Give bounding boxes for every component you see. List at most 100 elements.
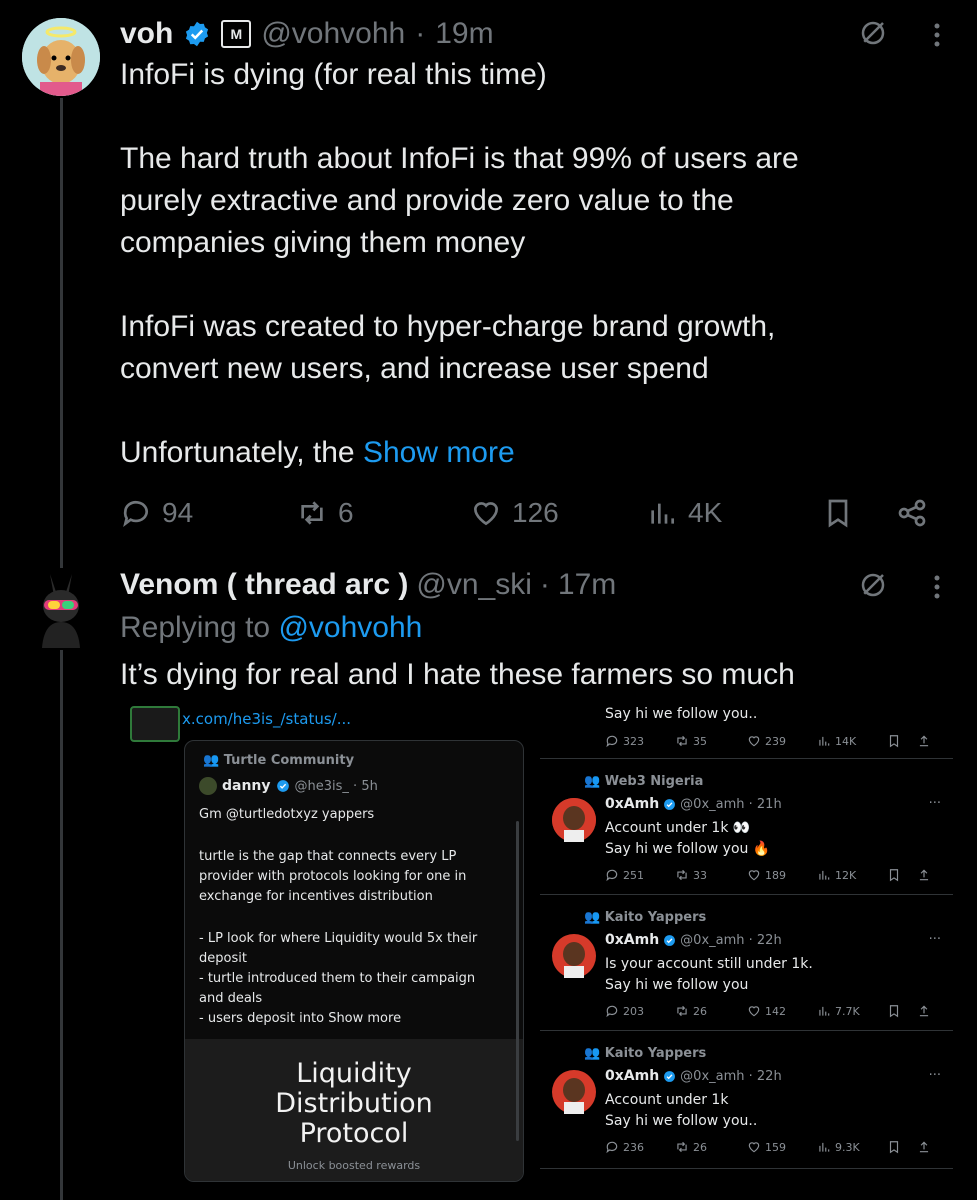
repost-stat: 26 (675, 1140, 747, 1154)
share-icon (919, 1141, 929, 1153)
reply-icon (606, 735, 618, 748)
reply-stat: 323 (605, 734, 675, 748)
stats-row: 236 26 159 9.3K (605, 1140, 950, 1154)
repost-count: 26 (693, 1140, 707, 1154)
share-stat (917, 734, 931, 748)
timestamp[interactable]: 17m (558, 568, 616, 602)
repost-icon (677, 1005, 687, 1017)
verified-badge-icon (664, 934, 676, 946)
tweet-header: 0xAmh @0x_amh · 22h (605, 1068, 782, 1084)
more-dots-icon (934, 23, 940, 47)
reply-button[interactable]: 94 (120, 497, 193, 529)
card-line: - turtle introduced them to their campai… (199, 971, 476, 986)
like-stat: 239 (747, 734, 817, 748)
author-handle: @he3is_ · 5h (294, 778, 378, 794)
community-label: 👥 Turtle Community (203, 753, 354, 768)
author-name[interactable]: Venom ( thread arc ) (120, 568, 408, 602)
heart-icon (748, 1006, 760, 1017)
grok-icon (861, 573, 885, 597)
reply-icon (606, 1141, 618, 1154)
card-line: - LP look for where Liquidity would 5x t… (199, 931, 478, 946)
timestamp[interactable]: 19m (435, 17, 493, 51)
tweet-text: Account under 1k 👀 Say hi we follow you … (605, 818, 770, 860)
masked-figure-avatar-icon (42, 574, 80, 648)
reply-icon (123, 500, 148, 527)
stats-row: 251 33 189 12K (605, 868, 950, 882)
show-more-link[interactable]: Show more (363, 436, 515, 469)
card-image-title-line: Protocol (299, 1118, 409, 1149)
card-line: deposit (199, 951, 247, 966)
grok-button[interactable] (858, 18, 888, 53)
avatar (552, 934, 596, 978)
views-stat: 12K (817, 868, 887, 882)
more-dots-icon[interactable]: ··· (929, 932, 941, 947)
grok-button[interactable] (858, 570, 888, 605)
repost-button[interactable]: 6 (296, 497, 354, 529)
repost-count: 35 (693, 734, 707, 748)
list-item[interactable]: 👥 Web3 Nigeria 0xAmh @0x_amh · 21h ··· A… (540, 766, 953, 895)
replying-prefix: Replying to (120, 611, 271, 644)
card-paragraph: turtle is the gap that connects every LP… (199, 847, 466, 907)
repost-count: 33 (693, 868, 707, 882)
more-dots-icon[interactable]: ··· (929, 1068, 941, 1083)
views-button[interactable]: 4K (646, 497, 722, 529)
bookmark-stat (887, 1004, 917, 1018)
tweet-line: purely extractive and provide zero value… (120, 184, 734, 217)
reply-stat: 203 (605, 1004, 675, 1018)
share-stat (917, 1004, 931, 1018)
bookmark-button[interactable] (822, 497, 854, 529)
tweet-line: companies giving them money (120, 226, 526, 259)
repost-count: 6 (338, 497, 354, 528)
views-chart-icon (819, 736, 830, 746)
more-options-button[interactable] (930, 20, 944, 55)
link-thumbnail (130, 706, 180, 742)
avatar[interactable] (22, 18, 100, 96)
card-line: - users deposit into Show more (199, 1011, 402, 1026)
quoted-tweet-card[interactable]: 👥 Turtle Community danny @he3is_ · 5h Gm… (184, 740, 524, 1182)
author-name: 0xAmh (605, 1068, 660, 1084)
tweet-line: The hard truth about InfoFi is that 99% … (120, 142, 799, 175)
thread-connector (60, 98, 63, 568)
reply-count: 94 (162, 497, 194, 528)
link-url[interactable]: x.com/he3is_/status/... (182, 710, 351, 728)
views-count: 14K (835, 734, 857, 748)
list-item[interactable]: 👥 Kaito Yappers 0xAmh @0x_amh · 22h ··· … (540, 1038, 953, 1169)
share-button[interactable] (896, 497, 928, 529)
community-name: Web3 Nigeria (604, 774, 704, 789)
like-count: 189 (765, 868, 786, 882)
author-handle[interactable]: @vohvohh (261, 17, 405, 51)
stats-row: 203 26 142 7.7K (605, 1004, 950, 1018)
tweet-text: It’s dying for real and I hate these far… (120, 658, 795, 691)
share-icon (919, 735, 929, 747)
author-name[interactable]: voh (120, 17, 173, 51)
author-handle: @0x_amh · 22h (680, 1068, 782, 1084)
reply-stat: 251 (605, 868, 675, 882)
community-icon: 👥 (203, 753, 220, 768)
heart-icon (748, 870, 760, 881)
tweet-line: Say hi we follow you (605, 977, 749, 993)
verified-badge-icon (664, 1070, 676, 1082)
author-name: 0xAmh (605, 932, 660, 948)
avatar (199, 777, 217, 795)
author-handle: @0x_amh · 21h (680, 796, 782, 812)
more-dots-icon[interactable]: ··· (929, 796, 941, 811)
more-options-button[interactable] (930, 572, 944, 607)
card-header: danny @he3is_ · 5h (199, 777, 378, 795)
partial-tweet[interactable]: Say hi we follow you.. 323 35 239 14K (540, 704, 953, 759)
tweet-line: convert new users, and increase user spe… (120, 352, 709, 385)
affiliate-badge-icon: M (221, 20, 252, 48)
stats-row: 323 35 239 14K (605, 734, 950, 748)
dot-separator: · (415, 17, 426, 50)
views-count: 7.7K (835, 1004, 860, 1018)
scrollbar[interactable] (516, 821, 519, 1141)
like-button[interactable]: 126 (470, 497, 559, 529)
tweet-header: 0xAmh @0x_amh · 22h (605, 932, 782, 948)
card-image-title: Liquidity Distribution Protocol (185, 1059, 523, 1149)
replying-to-link[interactable]: @vohvohh (278, 611, 422, 644)
list-item[interactable]: 👥 Kaito Yappers 0xAmh @0x_amh · 22h ··· … (540, 902, 953, 1031)
tweet-line (120, 264, 940, 306)
author-handle[interactable]: @vn_ski (416, 568, 532, 602)
like-stat: 189 (747, 868, 817, 882)
heart-icon (748, 1142, 760, 1153)
avatar[interactable] (24, 570, 98, 650)
